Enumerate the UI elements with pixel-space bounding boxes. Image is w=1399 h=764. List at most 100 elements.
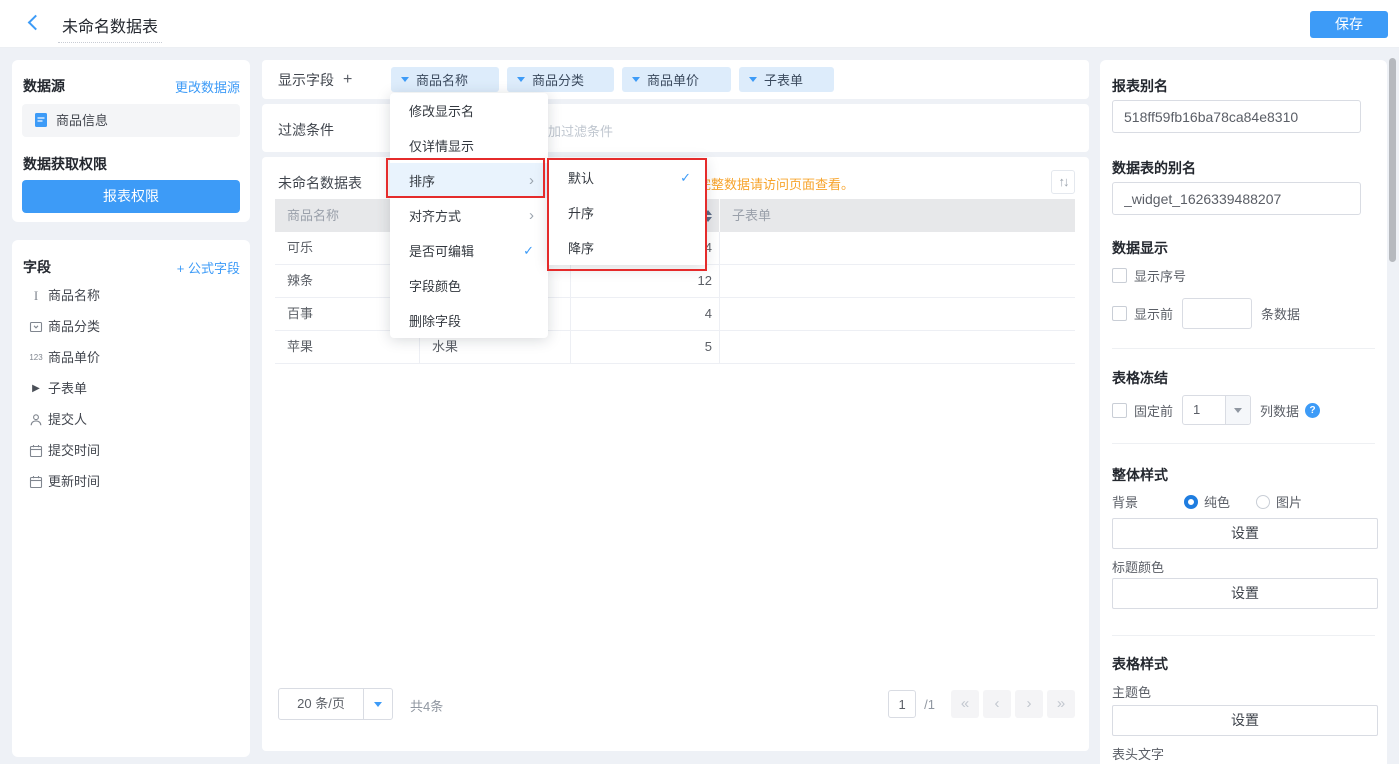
show-index-checkbox[interactable]	[1112, 268, 1127, 283]
menu-item-label: 升序	[568, 203, 594, 222]
table-cell	[720, 331, 1075, 363]
bg-image-label: 图片	[1276, 492, 1302, 511]
menu-item-label: 是否可编辑	[409, 241, 474, 260]
datasource-item-label: 商品信息	[56, 113, 108, 128]
field-label: 子表单	[48, 374, 87, 404]
display-field-chip[interactable]: 子表单	[739, 67, 834, 92]
show-first-count-input[interactable]	[1182, 298, 1252, 329]
app-root: 未命名数据表 保存 数据源 更改数据源 商品信息 数据获取权限 报表权限 字段 …	[0, 0, 1399, 764]
back-icon[interactable]	[28, 15, 44, 31]
next-page-button[interactable]: ›	[1015, 690, 1043, 718]
display-fields-label: 显示字段	[278, 70, 334, 90]
help-icon[interactable]: ?	[1305, 403, 1320, 418]
save-button[interactable]: 保存	[1310, 11, 1388, 38]
field-item[interactable]: 123 商品单价	[26, 343, 100, 373]
chevron-down-icon[interactable]	[517, 77, 525, 82]
check-icon: ✓	[680, 170, 691, 186]
page-size-select[interactable]: 20 条/页	[278, 688, 393, 720]
change-datasource-link[interactable]: 更改数据源	[175, 77, 240, 96]
table-alias-input[interactable]	[1112, 182, 1361, 215]
freeze-suffix-label: 列数据	[1260, 401, 1299, 420]
chevron-down-icon[interactable]	[363, 689, 392, 719]
prev-page-button[interactable]: ‹	[983, 690, 1011, 718]
display-fields-bar: 显示字段 + 商品名称 商品分类 商品单价 子表单	[262, 60, 1089, 99]
sort-order-icon[interactable]: ↑↓	[1051, 170, 1075, 194]
field-item[interactable]: ▶ 子表单	[26, 374, 87, 404]
chevron-right-icon: ›	[529, 172, 534, 189]
fields-panel: 字段 + 公式字段 I 商品名称 商品分类 123 商品单价 ▶ 子表单 提交人	[12, 240, 250, 757]
submenu-item-default[interactable]: 默认 ✓	[549, 160, 705, 195]
field-item[interactable]: 更新时间	[26, 467, 100, 497]
fields-title: 字段	[23, 257, 51, 277]
menu-item-sort[interactable]: 排序 ›	[390, 163, 548, 198]
first-page-button[interactable]: «	[951, 690, 979, 718]
field-item[interactable]: I 商品名称	[26, 281, 100, 311]
chip-label: 商品单价	[647, 70, 699, 89]
table-cell	[720, 265, 1075, 297]
column-header[interactable]: 子表单	[720, 199, 1075, 232]
submenu-item-ascending[interactable]: 升序	[549, 195, 705, 230]
add-display-field-button[interactable]: +	[343, 71, 352, 89]
display-field-chip[interactable]: 商品单价	[622, 67, 731, 92]
field-item[interactable]: 提交时间	[26, 436, 100, 466]
page-number-input[interactable]	[888, 690, 916, 718]
menu-item-align[interactable]: 对齐方式 ›	[390, 198, 548, 233]
background-set-button[interactable]: 设置	[1112, 518, 1378, 549]
menu-item-field-color[interactable]: 字段颜色	[390, 268, 548, 303]
chevron-down-icon[interactable]	[401, 77, 409, 82]
chevron-down-icon[interactable]	[749, 77, 757, 82]
add-formula-field-link[interactable]: + 公式字段	[177, 258, 240, 277]
field-item[interactable]: 商品分类	[26, 312, 100, 342]
datasource-item[interactable]: 商品信息	[22, 104, 240, 137]
theme-color-set-button[interactable]: 设置	[1112, 705, 1378, 736]
warning-text: 完整数据请访问页面查看。	[698, 174, 854, 193]
bg-image-radio[interactable]	[1256, 495, 1270, 509]
settings-panel: 报表别名 数据表的别名 数据显示 显示序号 显示前 条数据 表格冻结 固定前 1…	[1100, 60, 1387, 764]
field-item[interactable]: 提交人	[26, 405, 87, 435]
sort-caret-icon[interactable]	[704, 210, 712, 222]
title-color-label: 标题颜色	[1112, 557, 1164, 576]
top-bar: 未命名数据表 保存	[0, 0, 1399, 48]
menu-item-editable[interactable]: 是否可编辑 ✓	[390, 233, 548, 268]
menu-item-label: 默认	[568, 168, 594, 187]
chip-label: 商品名称	[416, 70, 468, 89]
freeze-count-select[interactable]: 1	[1182, 395, 1251, 425]
document-icon	[34, 112, 48, 128]
display-field-chip[interactable]: 商品名称	[391, 67, 499, 92]
chip-label: 商品分类	[532, 70, 584, 89]
show-index-row: 显示序号	[1112, 266, 1186, 285]
calendar-icon	[26, 444, 46, 458]
sort-submenu: 默认 ✓ 升序 降序	[549, 160, 705, 265]
overall-style-title: 整体样式	[1112, 465, 1168, 485]
menu-item-delete-field[interactable]: 删除字段	[390, 303, 548, 338]
table-cell	[720, 298, 1075, 330]
report-permission-button[interactable]: 报表权限	[22, 180, 240, 213]
title-color-set-button[interactable]: 设置	[1112, 578, 1378, 609]
display-field-chip[interactable]: 商品分类	[507, 67, 614, 92]
submenu-item-descending[interactable]: 降序	[549, 230, 705, 265]
page-title[interactable]: 未命名数据表	[58, 13, 162, 43]
show-first-row: 显示前 条数据	[1112, 298, 1300, 329]
report-alias-input[interactable]	[1112, 100, 1361, 133]
freeze-checkbox[interactable]	[1112, 403, 1127, 418]
background-row: 背景 纯色 图片	[1112, 492, 1302, 511]
last-page-button[interactable]: »	[1047, 690, 1075, 718]
subform-expand-icon[interactable]: ▶	[26, 374, 46, 404]
chevron-down-icon[interactable]	[632, 77, 640, 82]
chevron-right-icon: ›	[529, 207, 534, 224]
field-label: 提交时间	[48, 436, 100, 466]
chevron-down-icon[interactable]	[1225, 396, 1250, 424]
menu-item-label: 字段颜色	[409, 276, 461, 295]
check-icon: ✓	[523, 243, 534, 259]
menu-item-detail-only[interactable]: 仅详情显示	[390, 128, 548, 163]
menu-item-label: 排序	[409, 171, 435, 190]
divider	[1112, 443, 1375, 444]
pager: /1 « ‹ › »	[888, 690, 1075, 718]
scrollbar-thumb[interactable]	[1389, 58, 1396, 262]
field-context-menu: 修改显示名 仅详情显示 排序 › 对齐方式 › 是否可编辑 ✓ 字段颜色 删除字…	[390, 93, 548, 338]
field-label: 提交人	[48, 405, 87, 435]
table-cell	[720, 232, 1075, 264]
show-first-checkbox[interactable]	[1112, 306, 1127, 321]
menu-item-rename[interactable]: 修改显示名	[390, 93, 548, 128]
bg-solid-radio[interactable]	[1184, 495, 1198, 509]
